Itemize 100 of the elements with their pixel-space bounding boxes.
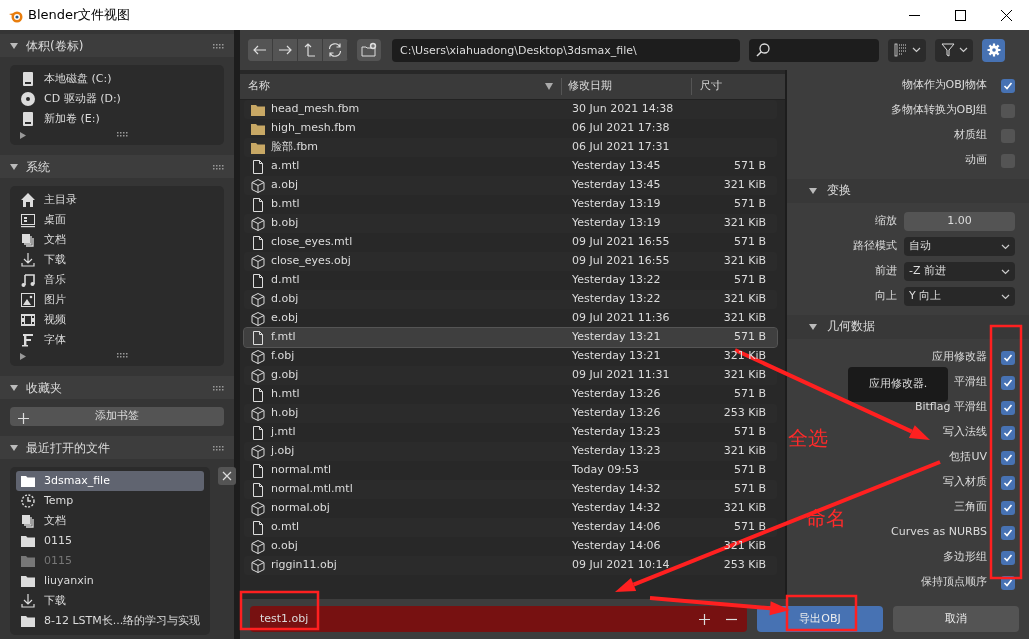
filename-field[interactable]: test1.obj [250,606,747,632]
up-arrow-icon [302,42,318,58]
sidebar-item[interactable]: 音乐 [16,270,218,290]
panel-header[interactable]: 系统 [26,157,50,176]
file-date: Yesterday 13:19 [572,216,661,230]
file-icon [250,424,266,441]
dropdown[interactable]: -Z 前进 [904,262,1015,281]
file-date: Yesterday 13:21 [572,349,661,363]
expand-arrow-icon[interactable] [809,187,817,195]
number-field[interactable]: 1.00 [904,212,1015,231]
new-folder-button[interactable] [357,39,381,61]
settings-button[interactable] [982,38,1005,62]
file-row[interactable]: j.mtl Yesterday 13:23 571 B [244,423,777,442]
recent-item[interactable]: 文档 [16,511,205,531]
cube-icon [250,348,266,365]
filter-dropdown[interactable] [935,38,973,62]
recent-item[interactable]: 3dsmax_file [16,471,205,491]
panel-header[interactable]: 收藏夹 [26,378,62,397]
file-row[interactable]: h.mtl Yesterday 13:26 571 B [244,385,777,404]
image-icon [20,292,36,308]
cube-icon [250,538,266,555]
sidebar-item[interactable]: 字体 [16,330,218,350]
file-row[interactable]: f.obj Yesterday 13:21 321 KiB [244,347,777,366]
expand-arrow-icon[interactable] [10,41,18,50]
cancel-button[interactable]: 取消 [893,606,1019,632]
path-field[interactable]: C:\Users\xiahuadong\Desktop\3dsmax_file\ [392,38,740,62]
file-name: 脸部.fbm [271,139,319,156]
file-size: 253 KiB [723,406,766,420]
dropdown[interactable]: Y 向上 [904,287,1015,306]
column-header[interactable]: 尺寸 [700,79,722,93]
file-icon [250,158,266,175]
file-size: 571 B [733,425,766,439]
sidebar-item[interactable]: 桌面 [16,210,218,230]
recent-item[interactable]: 下载 [16,591,205,611]
file-size: 321 KiB [723,254,766,268]
check-icon [1003,402,1013,413]
file-row[interactable]: d.mtl Yesterday 13:22 571 B [244,271,777,290]
display-mode-dropdown[interactable] [888,38,926,62]
checkbox[interactable] [1001,550,1015,565]
file-row[interactable]: f.mtl Yesterday 13:21 571 B [244,328,777,347]
sidebar-item[interactable]: 本地磁盘 (C:) [16,69,218,89]
column-header[interactable]: 名称 [248,78,270,95]
file-row[interactable]: b.mtl Yesterday 13:19 571 B [244,195,777,214]
checkbox[interactable] [1001,500,1015,515]
sidebar-item[interactable]: 主目录 [16,190,218,210]
checkbox[interactable] [1001,525,1015,540]
recent-item[interactable]: 8-12 LSTM长...络的学习与实现 [16,611,205,631]
file-name: b.mtl [271,196,300,213]
sidebar-item[interactable]: 图片 [16,290,218,310]
sidebar-item[interactable]: CD 驱动器 (D:) [16,89,218,109]
file-date: Yesterday 13:21 [572,330,661,344]
folder-icon [20,573,36,589]
section-header[interactable]: 几何数据 [827,318,875,336]
sidebar-item[interactable]: 下载 [16,250,218,270]
documents-icon [20,232,36,248]
cube-icon [250,367,266,384]
file-row[interactable]: e.obj 09 Jul 2021 11:36 321 KiB [244,309,777,328]
clear-button[interactable] [218,467,237,485]
folder-icon [20,613,36,629]
expand-arrow-icon[interactable] [809,323,817,331]
expand-arrow-icon[interactable] [10,162,18,171]
checkbox[interactable] [1001,350,1015,365]
column-header[interactable]: 修改日期 [568,79,612,93]
option-label: 动画 [965,152,987,169]
expand-arrow-icon[interactable] [10,443,18,452]
file-row[interactable]: close_eyes.mtl 09 Jul 2021 16:55 571 B [244,233,777,252]
check-icon [1003,502,1013,513]
option-label: Bitflag 平滑组 [914,399,987,416]
add-bookmark-button[interactable]: 添加书签 [10,407,224,426]
checkbox[interactable] [1001,450,1015,465]
checkbox[interactable] [1001,425,1015,440]
file-name: d.obj [271,291,299,308]
file-date: Yesterday 13:26 [572,387,661,401]
file-date: Yesterday 13:22 [572,273,661,287]
dropdown[interactable]: 自动 [904,237,1015,256]
option-label: 三角面 [954,499,987,516]
checkbox[interactable] [1001,475,1015,490]
file-row[interactable]: normal.obj Yesterday 14:32 321 KiB [244,499,777,518]
sidebar-item[interactable]: 文档 [16,230,218,250]
file-row[interactable]: a.mtl Yesterday 13:45 571 B [244,157,777,176]
file-name: j.obj [271,443,295,460]
sidebar-item[interactable]: 新加卷 (E:) [16,109,218,129]
file-size: 571 B [733,520,766,534]
file-row[interactable]: normal.mtl Today 09:53 571 B [244,461,777,480]
maximize-icon [954,9,966,21]
recent-item[interactable]: 0115 [16,531,205,551]
section-header[interactable]: 变换 [827,182,851,200]
file-row[interactable]: high_mesh.fbm 06 Jul 2021 17:38 [244,119,777,138]
file-date: 09 Jul 2021 16:55 [572,254,670,268]
cube-icon [250,443,266,460]
file-date: Yesterday 13:22 [572,292,661,306]
expand-arrow-icon[interactable] [10,383,18,392]
recent-item[interactable]: liuyanxin [16,571,205,591]
checkbox[interactable] [1001,78,1015,93]
checkbox[interactable] [1001,375,1015,390]
back-button[interactable] [248,39,273,61]
search-field[interactable] [749,38,879,62]
sidebar-item[interactable]: 视频 [16,310,218,330]
recent-item[interactable]: Temp [16,491,205,511]
checkbox[interactable] [1001,400,1015,415]
